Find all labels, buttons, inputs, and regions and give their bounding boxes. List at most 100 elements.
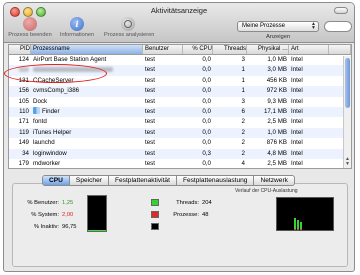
stat-system: % System: 2,00 — [19, 212, 80, 218]
cell-kind-text: Intel — [291, 107, 303, 115]
cell-user-text: test — [145, 139, 155, 147]
stop-icon — [23, 17, 37, 31]
cell-physical-memory: 17,1 MB — [247, 107, 289, 117]
vertical-scrollbar[interactable]: ▲ ▼ — [343, 56, 351, 168]
cell-user-text: test — [145, 97, 155, 105]
sample-icon — [121, 17, 135, 31]
column-header-threads[interactable]: Threads — [213, 45, 247, 54]
system-color-swatch[interactable] — [151, 211, 159, 218]
stat-user: % Benutzer: 1,25 — [19, 200, 80, 206]
cell-pid: 105 — [9, 97, 31, 107]
cell-user: test — [143, 97, 183, 107]
cell-pid-text: 124 — [18, 56, 29, 63]
scroll-arrows-icon[interactable]: ▲ ▼ — [345, 157, 350, 167]
stat-idle: % Inaktiv: 96,75 — [19, 224, 80, 230]
cell-threads: 1 — [213, 86, 247, 96]
cell-cpu: 0,0 — [183, 55, 213, 65]
cpu-usage-fill — [88, 229, 106, 231]
cell-physical-memory: 2,5 MB — [247, 117, 289, 127]
cell-physical-memory: 1,0 MB — [247, 55, 289, 65]
column-header-user[interactable]: Benutzer — [143, 45, 183, 54]
cell-cpu-text: 0,0 — [202, 118, 211, 126]
cell-physical-memory-text: 4,8 MB — [267, 149, 287, 157]
column-header-kind[interactable]: Art — [289, 45, 329, 54]
cell-user: test — [143, 149, 183, 159]
tab-disk-usage[interactable]: Festplattenauslastung — [177, 176, 255, 185]
quit-process-button[interactable]: Prozess beenden — [6, 17, 54, 42]
scrollbar-knob[interactable] — [345, 58, 350, 108]
cell-pid-text: 34 — [22, 149, 29, 157]
updown-arrows-icon: ▲ ▼ — [311, 21, 316, 31]
cell-process-name: loginwindow — [31, 149, 143, 159]
cell-process-name-text: loginwindow — [33, 149, 67, 157]
table-row[interactable]: 179 mdworker test 0,0 4 2,5 MB Intel — [9, 159, 351, 168]
column-header-process-name[interactable]: Prozessname — [31, 45, 143, 54]
stat-threads-label: Threads: — [176, 200, 199, 206]
table-row[interactable]: 171 fontd test 0,0 2 2,5 MB Intel — [9, 117, 351, 127]
process-filter-value: Meine Prozesse — [242, 23, 286, 29]
table-row[interactable]: 110 Finder test 0,0 6 17,1 MB Intel — [9, 106, 351, 118]
toolbar: Aktivitätsanzeige Prozess beenden i Info… — [4, 3, 354, 43]
cell-pid: 149 — [9, 138, 31, 148]
stat-system-value: 2,00 — [62, 212, 74, 218]
cell-user-text: test — [145, 128, 155, 136]
cell-threads-text: 2 — [241, 139, 245, 147]
column-header-pid[interactable]: PID — [9, 45, 31, 54]
table-row[interactable]: 105 Dock test 0,0 3 9,3 MB Intel — [9, 97, 351, 107]
tab-memory[interactable]: Speicher — [70, 176, 109, 185]
cell-process-name: cvmsComp_i386 — [31, 86, 143, 96]
cell-threads-text: 3 — [241, 97, 245, 105]
column-header-cpu[interactable]: % CPU — [183, 45, 213, 54]
cell-pid: 156 — [9, 86, 31, 96]
cell-threads-text: 6 — [241, 107, 245, 115]
stat-processes-value: 48 — [202, 212, 209, 218]
process-filter-select[interactable]: Meine Prozesse ▲ ▼ — [237, 21, 319, 32]
sample-process-button[interactable]: Prozess analysieren — [104, 17, 154, 42]
cell-pid: 179 — [9, 159, 31, 168]
cpu-history-title: Verlauf der CPU-Auslastung — [235, 188, 298, 194]
cell-physical-memory-text: 9,3 MB — [267, 97, 287, 105]
user-color-swatch[interactable] — [151, 199, 159, 206]
inspect-process-button[interactable]: i Informationen — [53, 17, 101, 42]
stat-system-label: % System: — [31, 212, 59, 218]
cell-pid: 124 — [9, 55, 31, 65]
cell-cpu-text: 0,0 — [202, 139, 211, 147]
tab-network[interactable]: Netzwerk — [254, 176, 293, 185]
cell-kind: Intel — [289, 117, 329, 127]
cell-physical-memory: 456 KB — [247, 76, 289, 86]
table-row[interactable]: 156 cvmsComp_i386 test 0,0 1 972 KB Intel — [9, 86, 351, 97]
cell-cpu: 0,0 — [183, 159, 213, 168]
cell-user: test — [143, 107, 183, 117]
cell-user-text: test — [145, 118, 155, 126]
table-row[interactable]: 34 loginwindow test 0,3 2 4,8 MB Intel — [9, 148, 351, 159]
tab-cpu[interactable]: CPU — [43, 176, 70, 185]
search-input[interactable] — [324, 21, 352, 32]
idle-color-swatch[interactable] — [151, 223, 159, 230]
cell-threads: 2 — [213, 149, 247, 159]
cell-user-text: test — [145, 107, 155, 115]
cpu-stats-panel: % Benutzer: 1,25 % System: 2,00 % Inaktiv:… — [12, 183, 348, 267]
tab-disk-activity[interactable]: Festplattenaktivität — [109, 176, 177, 185]
cell-physical-memory: 876 KB — [247, 138, 289, 148]
cell-threads-text: 3 — [241, 56, 245, 63]
cell-threads-text: 1 — [241, 87, 245, 95]
toolbar-toggle-button[interactable] — [334, 7, 348, 14]
cell-process-name-text: Finder — [42, 107, 60, 115]
window-title: Aktivitätsanzeige — [150, 6, 208, 15]
cell-process-name: Dock — [31, 97, 143, 107]
cell-process-name-text: AirPort Base Station Agent — [33, 56, 107, 63]
cell-user-text: test — [145, 87, 155, 95]
cell-process-name-text: launchd — [33, 139, 55, 147]
cell-kind: Intel — [289, 138, 329, 148]
table-row[interactable]: 149 launchd test 0,0 2 876 KB Intel — [9, 138, 351, 148]
cell-threads: 1 — [213, 76, 247, 86]
cell-user-text: test — [145, 56, 155, 63]
cell-pid-text: 179 — [18, 159, 29, 167]
table-row[interactable]: 119 iTunes Helper test 0,0 2 1,0 MB Intel — [9, 127, 351, 139]
cell-process-name: Finder — [31, 106, 143, 117]
cell-process-name-text: Dock — [33, 97, 48, 105]
column-header-physical-memory[interactable]: Physikal … — [247, 45, 289, 54]
cell-process-name: iTunes Helper — [31, 128, 143, 138]
cell-user: test — [143, 55, 183, 65]
finder-app-icon — [33, 106, 40, 114]
